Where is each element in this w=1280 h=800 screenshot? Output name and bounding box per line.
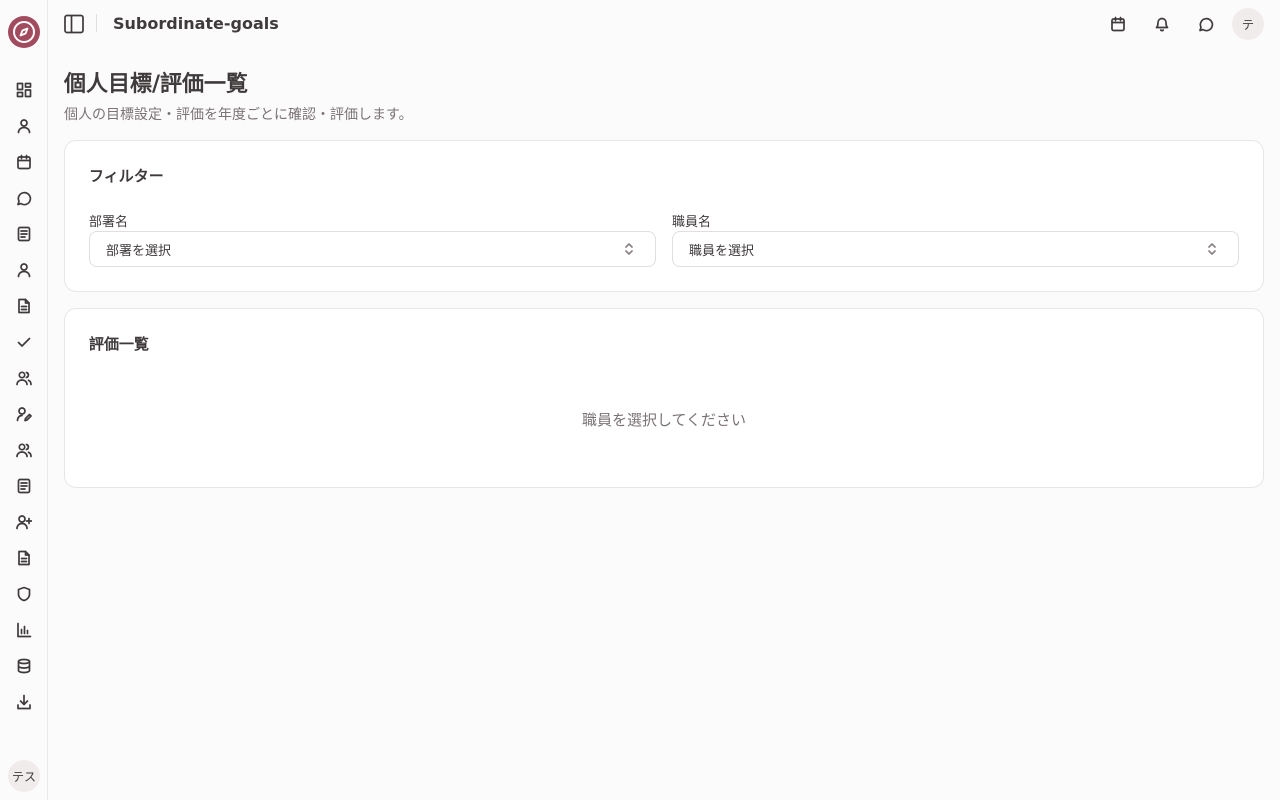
sidebar-item-security[interactable] bbox=[12, 582, 36, 606]
file-icon bbox=[18, 298, 30, 314]
sidebar-item-dashboard[interactable] bbox=[12, 78, 36, 102]
bell-icon bbox=[1155, 17, 1169, 32]
sidebar-item-analytics[interactable] bbox=[12, 618, 36, 642]
evaluation-list-card: 評価一覧 職員を選択してください bbox=[64, 308, 1264, 488]
top-header: Subordinate-goals テ bbox=[48, 0, 1280, 48]
document-icon bbox=[17, 226, 31, 242]
sidebar-item-teams[interactable] bbox=[12, 366, 36, 390]
check-icon bbox=[17, 337, 31, 347]
document-icon bbox=[17, 478, 31, 494]
sidebar-item-add-user[interactable] bbox=[12, 510, 36, 534]
header-user-avatar[interactable]: テ bbox=[1232, 8, 1264, 40]
department-select-value: 部署を選択 bbox=[106, 243, 172, 259]
page-subtitle: 個人の目標設定・評価を年度ごとに確認・評価します。 bbox=[64, 107, 413, 123]
sidebar-item-database[interactable] bbox=[12, 654, 36, 678]
sidebar-toggle-button[interactable] bbox=[62, 12, 86, 36]
header-notifications-button[interactable] bbox=[1150, 12, 1174, 36]
chevrons-up-down-icon bbox=[621, 241, 637, 257]
calendar-icon bbox=[1111, 16, 1125, 32]
user-edit-icon bbox=[16, 407, 32, 422]
sidebar-item-goal-settings[interactable] bbox=[12, 402, 36, 426]
header-calendar-button[interactable] bbox=[1106, 12, 1130, 36]
shield-icon bbox=[17, 586, 31, 602]
sidebar-item-subordinates[interactable] bbox=[12, 438, 36, 462]
sidebar-item-messages[interactable] bbox=[12, 186, 36, 210]
users-icon bbox=[16, 443, 32, 458]
sidebar-toggle-icon bbox=[64, 14, 84, 34]
user-plus-icon bbox=[16, 515, 32, 530]
bar-chart-icon bbox=[17, 622, 32, 638]
sidebar-item-documents[interactable] bbox=[12, 222, 36, 246]
chat-icon bbox=[1199, 17, 1214, 32]
app-logo[interactable] bbox=[8, 16, 40, 48]
sidebar-item-profile[interactable] bbox=[12, 114, 36, 138]
compass-icon bbox=[13, 21, 35, 43]
user-icon bbox=[17, 119, 31, 134]
users-icon bbox=[16, 371, 32, 386]
header-divider bbox=[96, 14, 97, 32]
evaluation-list-title: 評価一覧 bbox=[89, 335, 150, 353]
chat-icon bbox=[17, 191, 32, 206]
user-icon bbox=[17, 263, 31, 278]
sidebar-user-avatar[interactable]: テス bbox=[8, 760, 40, 792]
staff-select[interactable]: 職員を選択 bbox=[672, 231, 1239, 267]
database-icon bbox=[17, 658, 31, 674]
header-title: Subordinate-goals bbox=[113, 14, 279, 33]
sidebar-item-files[interactable] bbox=[12, 294, 36, 318]
chevrons-up-down-icon bbox=[1204, 241, 1220, 257]
page-title: 個人目標/評価一覧 bbox=[64, 72, 249, 97]
sidebar-item-forms[interactable] bbox=[12, 546, 36, 570]
sidebar-item-tasks[interactable] bbox=[12, 330, 36, 354]
department-label: 部署名 bbox=[89, 215, 129, 230]
calendar-icon bbox=[17, 154, 31, 170]
dashboard-icon bbox=[16, 82, 32, 98]
header-messages-button[interactable] bbox=[1194, 12, 1218, 36]
empty-state-message: 職員を選択してください bbox=[581, 411, 747, 429]
sidebar: テス bbox=[0, 0, 48, 800]
staff-select-value: 職員を選択 bbox=[689, 243, 755, 259]
sidebar-item-download[interactable] bbox=[12, 690, 36, 714]
department-select[interactable]: 部署を選択 bbox=[89, 231, 656, 267]
filter-card: フィルター 部署名 部署を選択 職員名 職員を選択 bbox=[64, 140, 1264, 292]
sidebar-item-calendar[interactable] bbox=[12, 150, 36, 174]
filter-card-title: フィルター bbox=[89, 167, 164, 185]
sidebar-item-staff[interactable] bbox=[12, 258, 36, 282]
staff-label: 職員名 bbox=[672, 215, 712, 230]
download-icon bbox=[17, 694, 31, 710]
file-icon bbox=[18, 550, 30, 566]
sidebar-item-reports[interactable] bbox=[12, 474, 36, 498]
